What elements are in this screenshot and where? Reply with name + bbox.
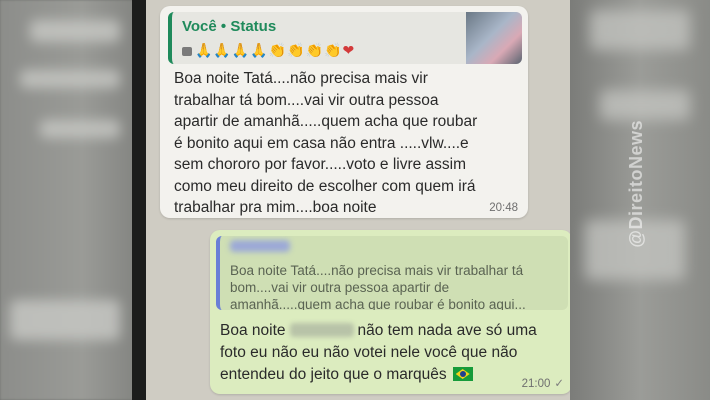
outgoing-text-start: Boa noite — [220, 322, 286, 339]
outgoing-message-bubble[interactable]: Boa noite Tatá....não precisa mais vir t… — [210, 230, 572, 394]
quoted-status[interactable]: Você • Status 🙏🙏🙏🙏👏👏👏👏❤ — [168, 12, 522, 64]
watermark-text: @DireitoNews — [626, 120, 646, 248]
incoming-message-time: 20:48 — [489, 202, 518, 214]
emoji-row: 🙏🙏🙏🙏👏👏👏👏 — [195, 42, 343, 58]
quoted-reply-author-blurred — [230, 240, 290, 252]
heart-emoji: ❤ — [342, 42, 356, 58]
quoted-reply-text: Boa noite Tatá....não precisa mais vir t… — [230, 263, 526, 310]
incoming-message-bubble[interactable]: Você • Status 🙏🙏🙏🙏👏👏👏👏❤ Boa noite Tatá..… — [160, 6, 528, 218]
status-thumbnail[interactable] — [466, 12, 522, 64]
brazil-flag-icon — [452, 367, 473, 381]
outgoing-message-text: Boa noite não tem nada ave só uma foto eu… — [220, 320, 560, 386]
blurred-left-background — [0, 0, 150, 400]
quoted-reply[interactable]: Boa noite Tatá....não precisa mais vir t… — [216, 236, 568, 310]
quoted-status-author: Você • Status — [182, 18, 277, 35]
phone-bezel-left — [132, 0, 146, 400]
chat-area[interactable]: Você • Status 🙏🙏🙏🙏👏👏👏👏❤ Boa noite Tatá..… — [146, 0, 572, 400]
quoted-status-emojis: 🙏🙏🙏🙏👏👏👏👏❤ — [182, 42, 355, 59]
read-tick-icon: ✓ — [554, 378, 564, 390]
camera-icon — [182, 47, 192, 56]
incoming-message-text: Boa noite Tatá....não precisa mais vir t… — [174, 70, 478, 216]
outgoing-message-time-row: 21:00 ✓ — [522, 376, 564, 390]
blurred-name — [289, 323, 354, 337]
outgoing-message-time: 21:00 — [521, 378, 551, 390]
